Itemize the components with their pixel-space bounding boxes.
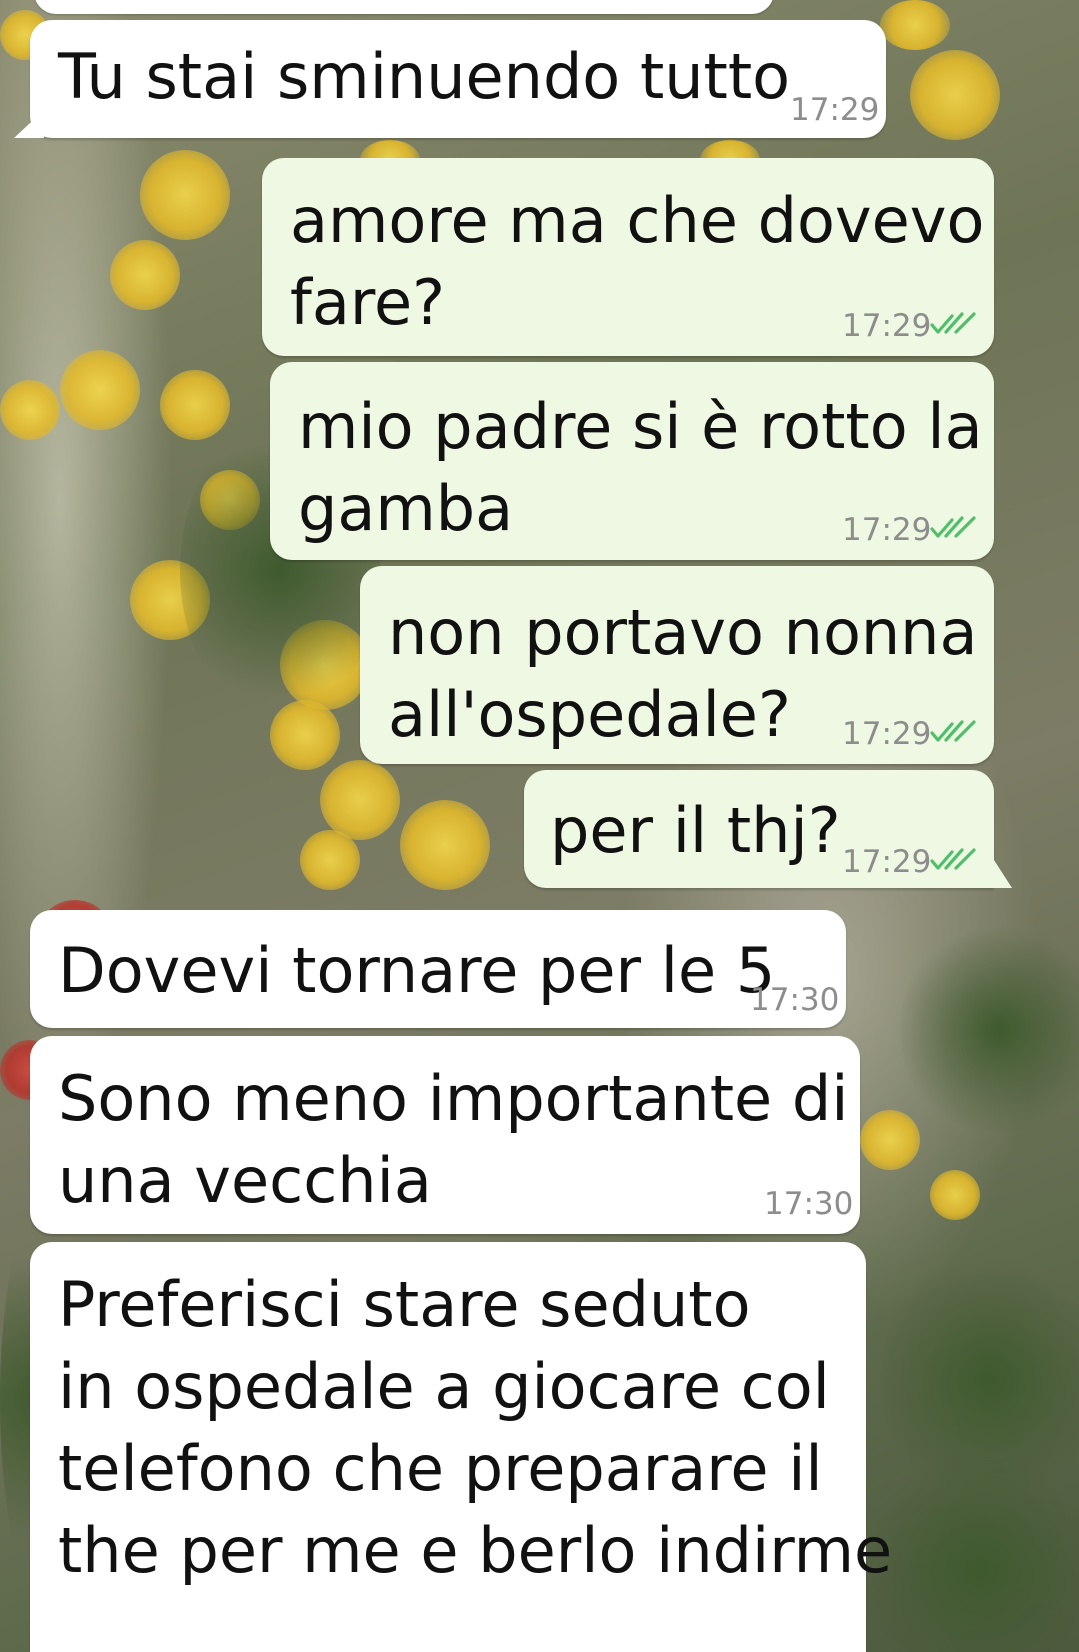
message-list[interactable]: Tu stai sminuendo tutto 17:29 amore ma c…: [0, 0, 1079, 1652]
outgoing-message[interactable]: non portavo nonna all'ospedale? 17:29: [360, 566, 994, 764]
message-time: 17:29: [842, 512, 932, 548]
incoming-message[interactable]: Dovevi tornare per le 5 17:30: [30, 910, 846, 1028]
message-text: per il thj?: [550, 794, 841, 867]
message-time: 17:30: [764, 1186, 854, 1222]
previous-message-edge: [34, 0, 774, 14]
double-check-icon: [930, 516, 976, 538]
message-time: 17:29: [790, 92, 880, 128]
outgoing-message[interactable]: amore ma che dovevo fare? 17:29: [262, 158, 994, 356]
incoming-message[interactable]: Tu stai sminuendo tutto 17:29: [30, 20, 886, 138]
outgoing-message[interactable]: per il thj? 17:29: [524, 770, 994, 888]
double-check-icon: [930, 720, 976, 742]
double-check-icon: [930, 312, 976, 334]
message-time: 17:29: [842, 844, 932, 880]
message-time: 17:29: [842, 308, 932, 344]
message-text: Dovevi tornare per le 5: [58, 934, 776, 1007]
bubble-tail: [14, 110, 44, 138]
message-time: 17:29: [842, 716, 932, 752]
message-text: Preferisci stare seduto in ospedale a gi…: [58, 1268, 893, 1587]
message-text: Tu stai sminuendo tutto: [58, 40, 791, 113]
message-text: Sono meno importante di una vecchia: [58, 1062, 849, 1217]
message-time: 17:30: [750, 982, 840, 1018]
outgoing-message[interactable]: mio padre si è rotto la gamba 17:29: [270, 362, 994, 560]
incoming-message[interactable]: Sono meno importante di una vecchia 17:3…: [30, 1036, 860, 1234]
double-check-icon: [930, 848, 976, 870]
bubble-tail: [994, 860, 1012, 888]
incoming-message[interactable]: Preferisci stare seduto in ospedale a gi…: [30, 1242, 892, 1652]
